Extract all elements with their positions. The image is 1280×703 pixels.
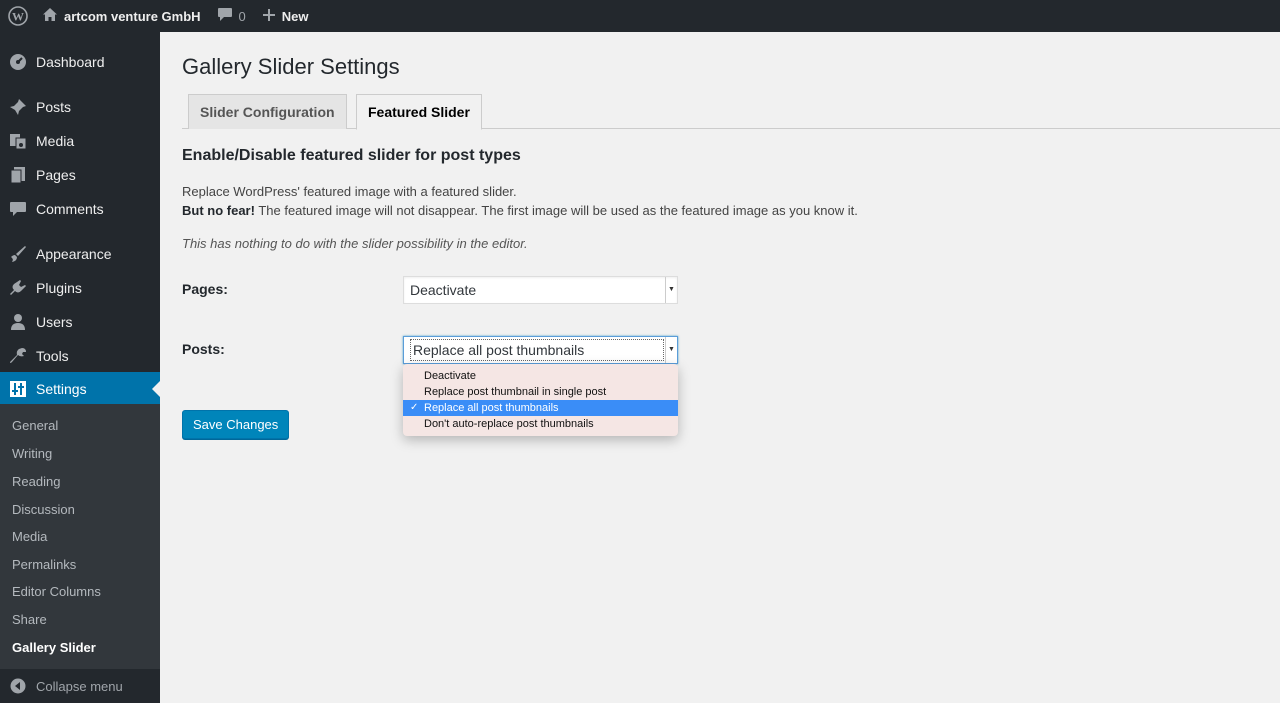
pages-label: Pages:	[182, 281, 228, 297]
submenu-item-share[interactable]: Share	[12, 610, 47, 630]
sidebar-item-label: Appearance	[36, 246, 112, 262]
comments-link[interactable]: 0	[209, 0, 254, 32]
dropdown-option[interactable]: Replace post thumbnail in single post	[403, 384, 678, 400]
submenu-item-media[interactable]: Media	[12, 527, 47, 547]
settings-submenu: General Writing Reading Discussion Media…	[0, 404, 160, 669]
comment-bubble-icon	[217, 7, 233, 25]
sidebar-item-pages[interactable]: Pages	[0, 158, 160, 192]
comment-icon	[0, 200, 36, 218]
sidebar-item-label: Tools	[36, 348, 69, 364]
description-line-2: But no fear! The featured image will not…	[182, 203, 858, 218]
posts-select-value: Replace all post thumbnails	[410, 339, 664, 361]
description-rest: The featured image will not disappear. T…	[254, 203, 858, 218]
tab-slider-configuration[interactable]: Slider Configuration	[188, 94, 347, 129]
settings-icon	[0, 380, 36, 398]
main-content: Gallery Slider Settings Slider Configura…	[160, 32, 1280, 703]
submenu-item-writing[interactable]: Writing	[12, 444, 52, 464]
sidebar-item-label: Users	[36, 314, 73, 330]
home-icon	[42, 7, 58, 25]
site-name: artcom venture GmbH	[64, 8, 201, 24]
dropdown-option[interactable]: Deactivate	[403, 368, 678, 384]
description-note: This has nothing to do with the slider p…	[182, 236, 528, 251]
collapse-menu-button[interactable]: Collapse menu	[0, 669, 160, 703]
submenu-item-discussion[interactable]: Discussion	[12, 500, 75, 520]
pages-select[interactable]: Deactivate ▼	[403, 276, 678, 304]
pin-icon	[0, 98, 36, 116]
posts-dropdown-list: Deactivate Replace post thumbnail in sin…	[403, 364, 678, 436]
admin-bar: W artcom venture GmbH 0 New	[0, 0, 1280, 32]
posts-select[interactable]: Replace all post thumbnails ▼	[403, 336, 678, 364]
new-label: New	[281, 8, 309, 24]
sidebar-item-label: Settings	[36, 381, 87, 397]
dashboard-icon	[0, 53, 36, 71]
save-changes-button[interactable]: Save Changes	[182, 410, 290, 439]
sidebar-item-plugins[interactable]: Plugins	[0, 271, 160, 305]
sidebar-item-label: Plugins	[36, 280, 82, 296]
sidebar-item-label: Comments	[36, 201, 104, 217]
submenu-item-general[interactable]: General	[12, 416, 58, 436]
site-name-link[interactable]: artcom venture GmbH	[36, 0, 209, 32]
sidebar-item-users[interactable]: Users	[0, 305, 160, 339]
user-icon	[0, 313, 36, 331]
section-title: Enable/Disable featured slider for post …	[182, 147, 521, 164]
pages-icon	[0, 166, 36, 184]
brush-icon	[0, 245, 36, 263]
plugin-icon	[0, 279, 36, 297]
description-bold: But no fear!	[182, 203, 255, 218]
collapse-menu-label: Collapse menu	[36, 678, 123, 694]
select-arrow-icon: ▼	[665, 277, 677, 303]
tab-featured-slider[interactable]: Featured Slider	[356, 94, 482, 130]
new-content-link[interactable]: New	[254, 0, 317, 32]
media-icon	[0, 132, 36, 150]
select-arrow-icon: ▼	[665, 337, 677, 363]
description-line-1: Replace WordPress' featured image with a…	[182, 184, 517, 199]
collapse-arrow-icon	[0, 678, 36, 694]
submenu-item-permalinks[interactable]: Permalinks	[12, 555, 76, 575]
sidebar-item-dashboard[interactable]: Dashboard	[0, 45, 160, 79]
sidebar-item-settings[interactable]: Settings	[0, 372, 160, 406]
sidebar-item-posts[interactable]: Posts	[0, 90, 160, 124]
sidebar-item-label: Pages	[36, 167, 76, 183]
wrench-icon	[0, 347, 36, 365]
checkmark-icon: ✓	[410, 402, 419, 413]
sidebar-item-tools[interactable]: Tools	[0, 339, 160, 373]
sidebar-item-comments[interactable]: Comments	[0, 192, 160, 226]
dropdown-option[interactable]: Don't auto-replace post thumbnails	[403, 416, 678, 432]
plus-icon	[262, 8, 276, 25]
admin-sidebar: Dashboard Posts Media Pages Comments App…	[0, 32, 160, 703]
submenu-item-gallery-slider[interactable]: Gallery Slider	[12, 638, 96, 658]
pages-select-value: Deactivate	[410, 282, 477, 298]
sidebar-item-label: Media	[36, 133, 75, 149]
svg-text:W: W	[12, 10, 24, 24]
dropdown-option-selected[interactable]: ✓ Replace all post thumbnails	[403, 400, 678, 416]
sidebar-item-label: Dashboard	[36, 54, 105, 70]
submenu-item-editor-columns[interactable]: Editor Columns	[12, 582, 101, 602]
submenu-item-reading[interactable]: Reading	[12, 472, 60, 492]
tabs-divider	[182, 128, 1280, 129]
page-title: Gallery Slider Settings	[182, 54, 400, 79]
wordpress-logo-icon[interactable]: W	[0, 0, 36, 32]
sidebar-item-appearance[interactable]: Appearance	[0, 237, 160, 271]
comments-count: 0	[238, 8, 246, 24]
sidebar-item-label: Posts	[36, 99, 72, 115]
posts-label: Posts:	[182, 341, 225, 357]
sidebar-item-media[interactable]: Media	[0, 124, 160, 158]
